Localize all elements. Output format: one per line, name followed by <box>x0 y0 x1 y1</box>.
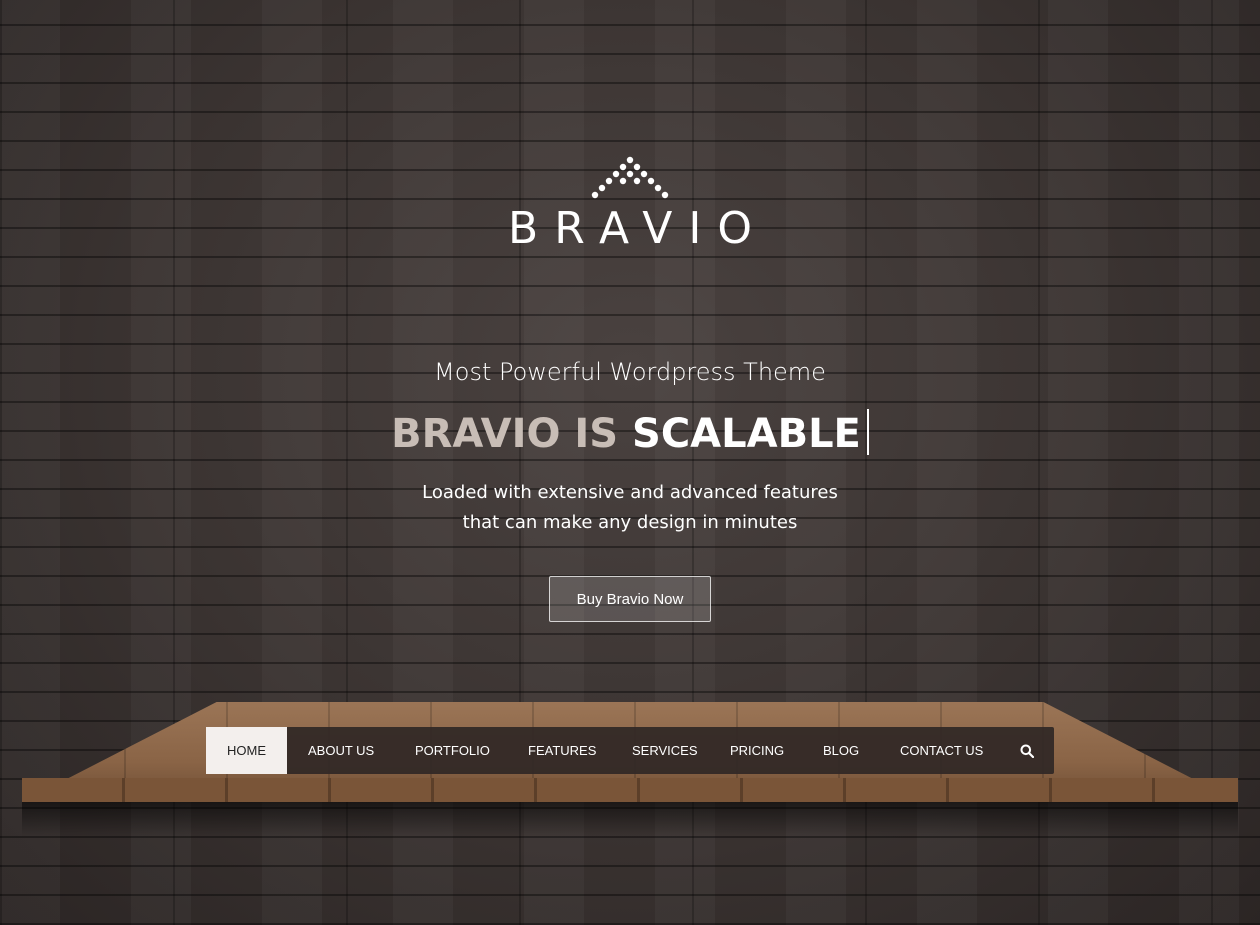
nav-item-blog[interactable]: BLOG <box>802 727 879 774</box>
logo[interactable]: BRAVIO <box>0 155 1260 251</box>
search-button[interactable] <box>1000 727 1034 774</box>
dotted-triangle-icon <box>591 156 669 199</box>
nav-item-about-us[interactable]: ABOUT US <box>287 727 394 774</box>
buy-now-button[interactable]: Buy Bravio Now <box>549 576 711 622</box>
headline-rotating-word: SCALABLE <box>632 411 861 457</box>
typing-cursor <box>866 409 869 455</box>
description-line-1: Loaded with extensive and advanced featu… <box>422 482 838 503</box>
hero-headline: BRAVIO IS SCALABLE <box>0 408 1260 460</box>
nav-item-services[interactable]: SERVICES <box>611 727 709 774</box>
hero-tagline: Most Powerful Wordpress Theme <box>434 358 826 386</box>
nav-item-pricing[interactable]: PRICING <box>709 727 802 774</box>
nav-item-home[interactable]: HOME <box>206 727 287 774</box>
wooden-shelf-edge <box>22 778 1238 802</box>
search-icon <box>1020 744 1034 758</box>
brand-name: BRAVIO <box>508 203 768 254</box>
main-navigation: HOME ABOUT US PORTFOLIO FEATURES SERVICE… <box>206 727 1054 774</box>
nav-item-portfolio[interactable]: PORTFOLIO <box>394 727 507 774</box>
nav-item-features[interactable]: FEATURES <box>507 727 611 774</box>
description-line-2: that can make any design in minutes <box>462 512 798 533</box>
hero-description: Loaded with extensive and advanced featu… <box>0 478 1260 538</box>
shelf-shadow <box>22 802 1238 836</box>
nav-item-contact-us[interactable]: CONTACT US <box>879 727 1000 774</box>
hero-section: BRAVIO Most Powerful Wordpress Theme BRA… <box>0 0 1260 925</box>
headline-prefix: BRAVIO IS <box>391 411 633 457</box>
